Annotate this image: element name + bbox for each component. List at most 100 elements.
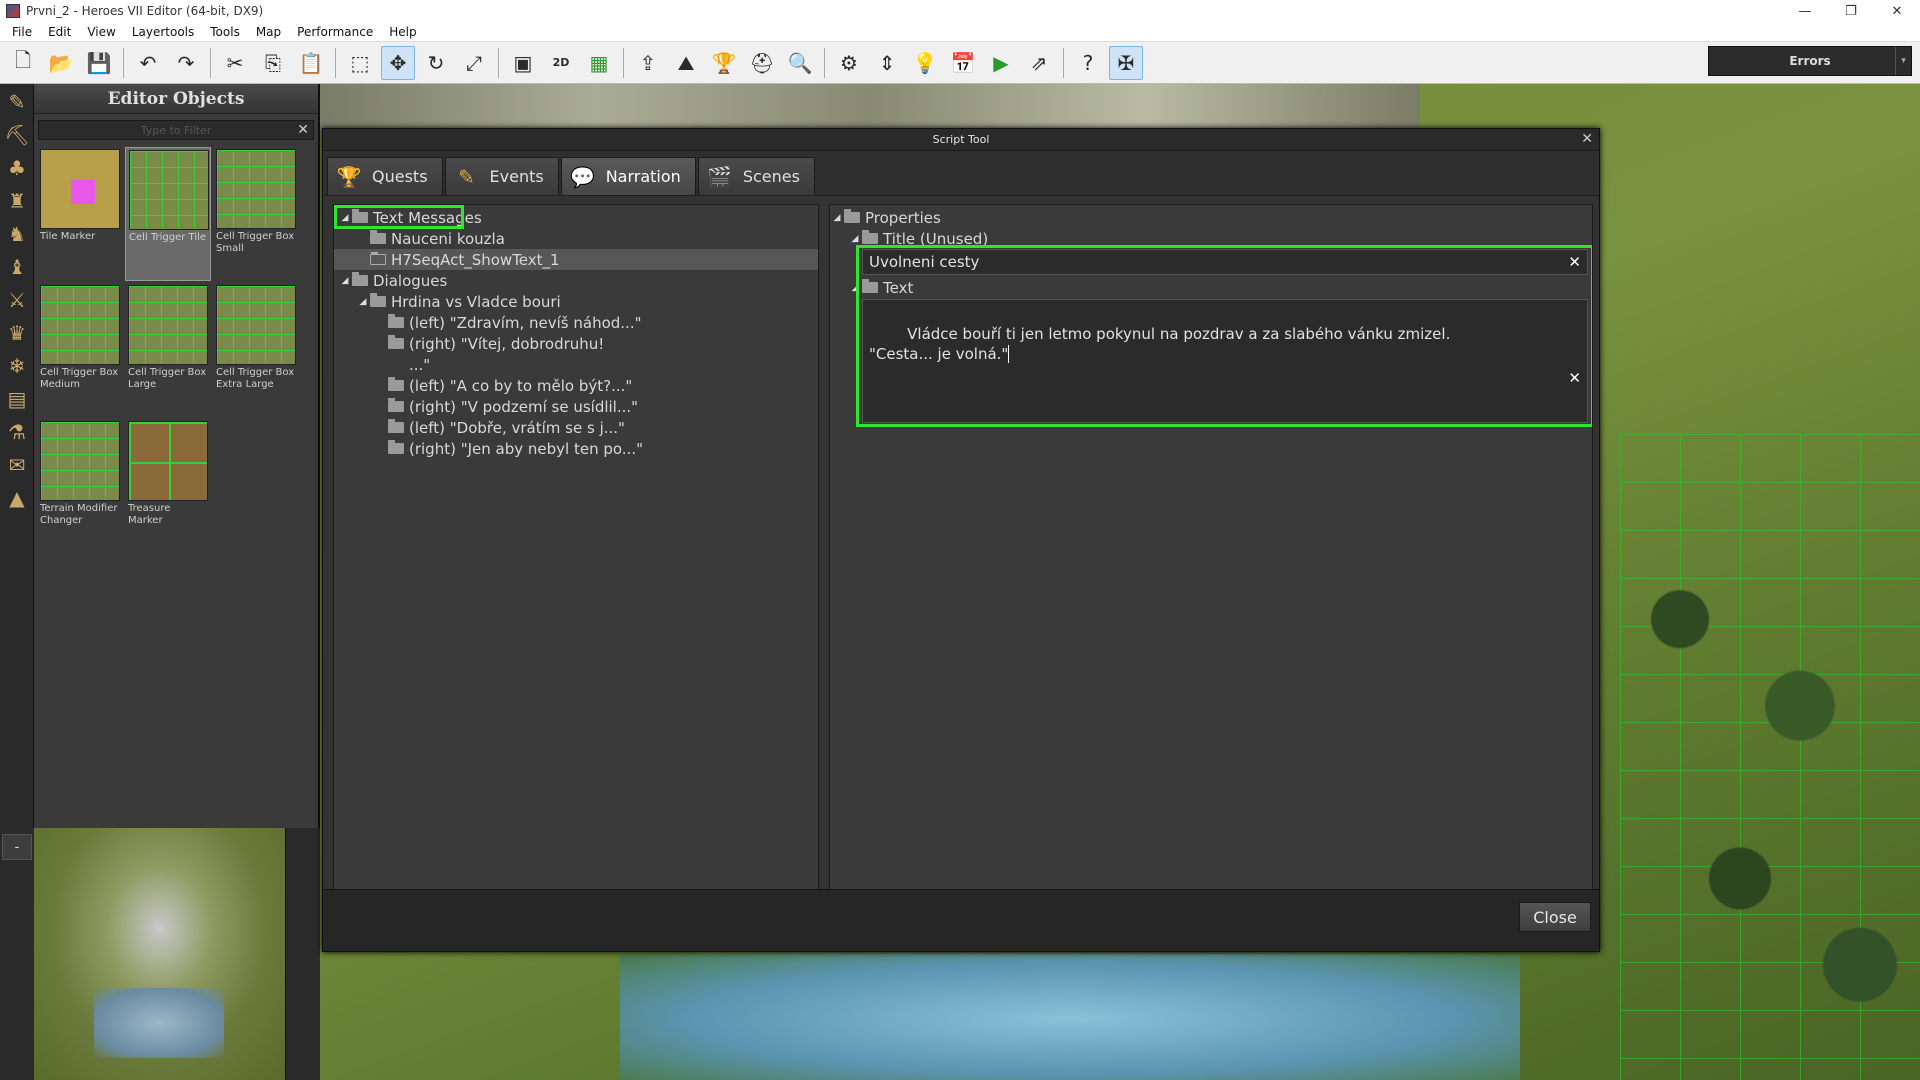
clear-filter-icon[interactable]: ✕ bbox=[297, 122, 309, 138]
bulb-icon[interactable]: 💡 bbox=[908, 46, 942, 80]
tree-item[interactable]: ◢ Dialogues bbox=[334, 270, 818, 291]
paste-icon[interactable]: 📋 bbox=[294, 46, 328, 80]
expand-arrow-icon[interactable]: ◢ bbox=[338, 276, 352, 286]
flask-icon[interactable]: ⚗ bbox=[2, 417, 32, 447]
dialog-close-icon[interactable]: ✕ bbox=[1581, 131, 1593, 147]
tree-item[interactable]: (right) "Jen aby nebyl ten po..." bbox=[334, 438, 818, 459]
expand-arrow-icon[interactable]: ◢ bbox=[830, 213, 844, 223]
menu-help[interactable]: Help bbox=[381, 25, 424, 39]
tree-item[interactable]: ◢ Hrdina vs Vladce bouri bbox=[334, 291, 818, 312]
cone-icon[interactable]: ▲ bbox=[2, 483, 32, 513]
butterfly-icon[interactable]: ✠ bbox=[1109, 45, 1143, 80]
close-window-button[interactable]: ✕ bbox=[1874, 0, 1920, 22]
clear-text-icon[interactable]: ✕ bbox=[1568, 368, 1581, 388]
expand-arrow-icon[interactable]: ◢ bbox=[338, 213, 352, 223]
trophy-icon[interactable]: 🏆 bbox=[707, 46, 741, 80]
tree-item[interactable]: (left) "Zdravím, nevíš náhod..." bbox=[334, 312, 818, 333]
restore-button[interactable]: ❐ bbox=[1828, 0, 1874, 22]
close-button[interactable]: Close bbox=[1519, 902, 1591, 932]
screen-icon[interactable]: ▣ bbox=[506, 46, 540, 80]
tab-scenes[interactable]: 🎬 Scenes bbox=[697, 157, 815, 195]
title-field[interactable]: Uvolneni cesty ✕ bbox=[862, 249, 1588, 275]
tree-item[interactable]: ..." bbox=[334, 354, 818, 375]
hero-icon[interactable]: ♞ bbox=[2, 219, 32, 249]
army-icon[interactable]: ⚔ bbox=[2, 285, 32, 315]
help-icon[interactable]: ? bbox=[1071, 46, 1105, 80]
tab-events[interactable]: ✎ Events bbox=[444, 157, 559, 195]
tree-item[interactable]: (right) "Vítej, dobrodruhu! bbox=[334, 333, 818, 354]
expand-arrow-icon[interactable]: ◢ bbox=[848, 283, 862, 293]
expand-arrow-icon[interactable]: ◢ bbox=[848, 234, 862, 244]
open-icon[interactable]: 📂 bbox=[44, 46, 78, 80]
knight-icon[interactable]: ♝ bbox=[2, 252, 32, 282]
minimap-toggle-button[interactable]: - bbox=[2, 834, 32, 860]
tree-item[interactable]: Nauceni kouzla bbox=[334, 228, 818, 249]
editor-object-item[interactable]: Cell Trigger Box Small bbox=[213, 147, 299, 281]
title-property-row[interactable]: ◢ Title (Unused) bbox=[830, 228, 1592, 249]
grid-icon[interactable]: ▦ bbox=[582, 46, 616, 80]
narration-tree-panel: ◢ Text Messages Nauceni kouzla H7SeqAct_Sho… bbox=[333, 204, 819, 902]
tab-narration[interactable]: 💬 Narration bbox=[560, 157, 696, 195]
new-icon[interactable]: 🗋 bbox=[6, 46, 40, 80]
tree-item[interactable]: H7SeqAct_ShowText_1 bbox=[334, 249, 818, 270]
castle-icon[interactable]: ♜ bbox=[2, 186, 32, 216]
copy-icon[interactable]: ⎘ bbox=[256, 46, 290, 80]
crystal-icon[interactable]: ❄ bbox=[2, 351, 32, 381]
rotate-icon[interactable]: ↻ bbox=[419, 46, 453, 80]
filter-input[interactable] bbox=[39, 121, 313, 139]
cut-icon[interactable]: ✂ bbox=[218, 46, 252, 80]
tree-item[interactable]: ◢ Text Messages bbox=[334, 207, 818, 228]
save-icon[interactable]: 💾 bbox=[82, 46, 116, 80]
editor-object-item[interactable]: Cell Trigger Box Medium bbox=[37, 283, 123, 417]
menu-view[interactable]: View bbox=[79, 25, 123, 39]
dialog-footer: Close bbox=[323, 889, 1599, 951]
menu-tools[interactable]: Tools bbox=[202, 25, 248, 39]
editor-object-item[interactable]: Treasure Marker bbox=[125, 419, 211, 553]
tree-item[interactable]: (left) "A co by to mělo být?..." bbox=[334, 375, 818, 396]
export-icon[interactable]: ⇗ bbox=[1022, 46, 1056, 80]
calendar-icon[interactable]: 📅 bbox=[946, 46, 980, 80]
minimap[interactable] bbox=[34, 828, 286, 1080]
search-map-icon[interactable]: 🔍 bbox=[783, 46, 817, 80]
menu-layertools[interactable]: Layertools bbox=[124, 25, 202, 39]
play-icon[interactable]: ▶ bbox=[984, 46, 1018, 80]
redo-icon[interactable]: ↷ bbox=[169, 46, 203, 80]
editor-object-item[interactable]: Cell Trigger Box Large bbox=[125, 283, 211, 417]
chest-icon[interactable]: ▤ bbox=[2, 384, 32, 414]
arrows-icon[interactable]: ⇕ bbox=[870, 46, 904, 80]
properties-root-row[interactable]: ◢ Properties bbox=[830, 207, 1592, 228]
text-field[interactable]: Vládce bouří ti jen letmo pokynul na poz… bbox=[862, 299, 1588, 423]
undo-icon[interactable]: ↶ bbox=[131, 46, 165, 80]
editor-object-item[interactable]: Cell Trigger Box Extra Large bbox=[213, 283, 299, 417]
helmet-icon[interactable]: ⛑ bbox=[745, 46, 779, 80]
editor-object-item[interactable]: Cell Trigger Tile bbox=[125, 147, 211, 281]
editor-object-item[interactable]: Terrain Modifier Changer bbox=[37, 419, 123, 553]
2d-icon[interactable]: 2D bbox=[544, 46, 578, 80]
tree-item[interactable]: (right) "V podzemí se usídlil..." bbox=[334, 396, 818, 417]
brush-icon[interactable]: ✎ bbox=[2, 87, 32, 117]
pickaxe-icon[interactable]: ⛏ bbox=[2, 120, 32, 150]
menu-map[interactable]: Map bbox=[248, 25, 289, 39]
menu-performance[interactable]: Performance bbox=[289, 25, 381, 39]
scale-icon[interactable]: ⤢ bbox=[457, 46, 491, 80]
text-property-row[interactable]: ◢ Text bbox=[848, 277, 914, 298]
errors-dropdown-arrow-icon[interactable]: ▾ bbox=[1895, 47, 1911, 75]
tab-label: Narration bbox=[605, 167, 681, 186]
errors-dropdown[interactable]: Errors ▾ bbox=[1708, 46, 1912, 76]
menu-file[interactable]: File bbox=[4, 25, 40, 39]
editor-object-item[interactable]: Tile Marker bbox=[37, 147, 123, 281]
expand-arrow-icon[interactable]: ◢ bbox=[356, 297, 370, 307]
move-icon[interactable]: ✥ bbox=[381, 45, 415, 80]
tree-icon[interactable]: ♣ bbox=[2, 153, 32, 183]
select-icon[interactable]: ⬚ bbox=[343, 46, 377, 80]
tab-quests[interactable]: 🏆 Quests bbox=[327, 157, 443, 195]
scroll-icon[interactable]: ✉ bbox=[2, 450, 32, 480]
tree-item[interactable]: (left) "Dobře, vrátím se s j..." bbox=[334, 417, 818, 438]
gears-icon[interactable]: ⚙ bbox=[832, 46, 866, 80]
upload-icon[interactable]: ⇪ bbox=[631, 46, 665, 80]
minimize-button[interactable]: — bbox=[1782, 0, 1828, 22]
menu-edit[interactable]: Edit bbox=[40, 25, 79, 39]
trophy-icon[interactable]: ♛ bbox=[2, 318, 32, 348]
clear-title-icon[interactable]: ✕ bbox=[1568, 253, 1581, 271]
terrain-icon[interactable]: ⛰ bbox=[669, 46, 703, 80]
